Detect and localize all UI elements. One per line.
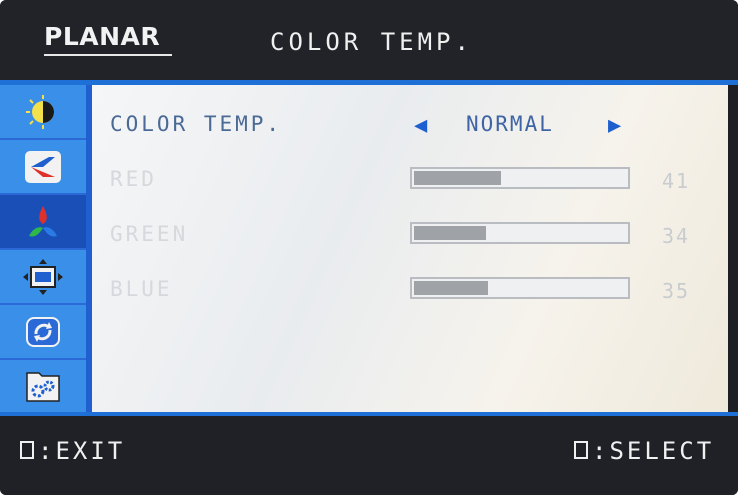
image-position-icon	[23, 258, 63, 295]
color-temp-panel: COLOR TEMP. ◀ NORMAL ▶ RED 41 GREEN 34 B…	[92, 85, 728, 412]
select-hint[interactable]: :SELECT	[574, 437, 714, 465]
monitor-osd: PLANAR COLOR TEMP. COLOR TEMP. ◀ NORMAL …	[0, 0, 738, 495]
sidebar-item-position[interactable]	[0, 250, 86, 305]
exit-label: :EXIT	[38, 437, 126, 465]
red-slider-fill	[414, 171, 501, 185]
color-temp-value[interactable]: NORMAL	[466, 112, 554, 136]
brightness-contrast-icon	[26, 94, 54, 129]
blue-label: BLUE	[110, 277, 173, 301]
input-source-icon	[25, 150, 61, 183]
setup-gear-icon	[26, 371, 60, 402]
green-label: GREEN	[110, 222, 189, 246]
planar-logo: PLANAR	[44, 22, 161, 51]
sidebar	[0, 85, 92, 415]
red-label: RED	[110, 167, 157, 191]
green-slider-fill	[414, 226, 486, 240]
logo-underline	[44, 54, 172, 56]
red-slider[interactable]	[410, 167, 630, 189]
button-1-icon	[20, 441, 34, 459]
reset-icon	[26, 316, 60, 347]
blue-slider[interactable]	[410, 277, 630, 299]
button-2-icon	[574, 441, 588, 459]
arrow-right-icon[interactable]: ▶	[608, 113, 621, 138]
sidebar-item-setup[interactable]	[0, 360, 86, 415]
sidebar-item-color[interactable]	[0, 195, 86, 250]
osd-header: PLANAR COLOR TEMP.	[0, 0, 738, 80]
exit-hint[interactable]: :EXIT	[20, 437, 125, 465]
sidebar-item-reset[interactable]	[0, 305, 86, 360]
sidebar-item-input[interactable]	[0, 140, 86, 195]
blue-value: 35	[662, 279, 691, 303]
green-slider[interactable]	[410, 222, 630, 244]
red-value: 41	[662, 169, 691, 193]
select-label: :SELECT	[592, 437, 715, 465]
blue-slider-fill	[414, 281, 488, 295]
color-icon	[29, 205, 57, 237]
sidebar-item-brightness[interactable]	[0, 85, 86, 140]
green-value: 34	[662, 224, 691, 248]
arrow-left-icon[interactable]: ◀	[414, 113, 427, 138]
color-temp-label: COLOR TEMP.	[110, 112, 283, 136]
menu-title: COLOR TEMP.	[270, 28, 473, 56]
